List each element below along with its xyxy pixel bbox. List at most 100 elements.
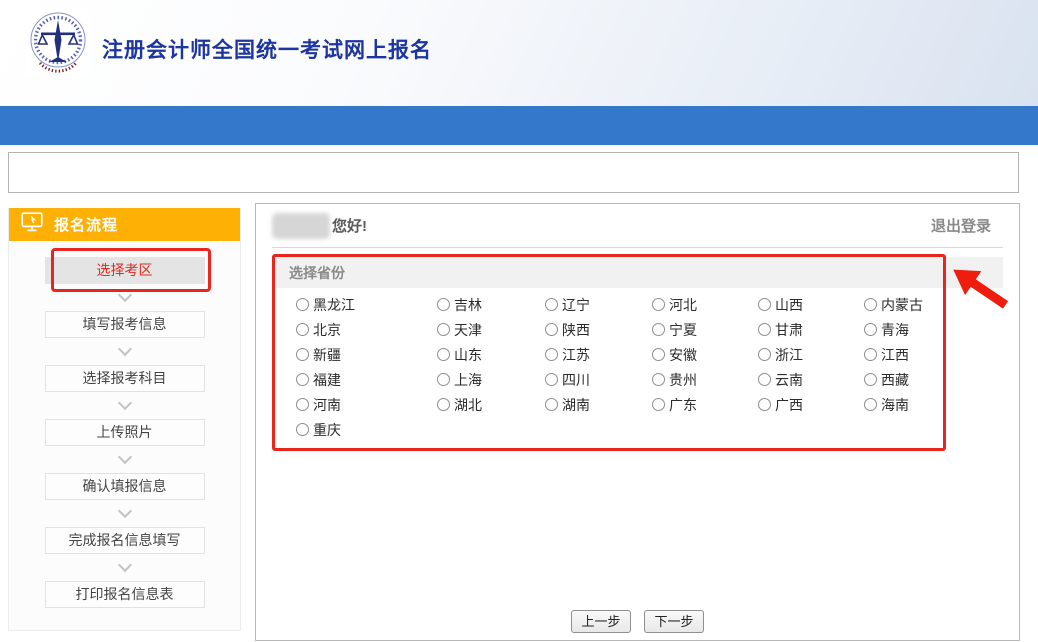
radio-circle-icon[interactable] (296, 398, 309, 411)
radio-circle-icon[interactable] (296, 373, 309, 386)
radio-circle-icon[interactable] (864, 373, 877, 386)
province-label: 吉林 (454, 295, 482, 315)
radio-circle-icon[interactable] (758, 373, 771, 386)
radio-circle-icon[interactable] (758, 298, 771, 311)
nav-bar (0, 106, 1038, 145)
radio-circle-icon[interactable] (545, 398, 558, 411)
province-option-黑龙江[interactable]: 黑龙江 (296, 292, 437, 317)
chevron-down-icon (120, 284, 130, 311)
sidebar-steps: 选择考区填写报考信息选择报考科目上传照片确认填报信息完成报名信息填写打印报名信息… (9, 241, 240, 608)
province-label: 云南 (775, 370, 803, 390)
radio-circle-icon[interactable] (864, 348, 877, 361)
province-label: 辽宁 (562, 295, 590, 315)
monitor-icon (21, 212, 43, 237)
province-option-陕西[interactable]: 陕西 (545, 317, 652, 342)
redacted-username (272, 213, 330, 239)
top-header: 注册会计师全国统一考试网上报名 (0, 0, 1038, 106)
province-option-北京[interactable]: 北京 (296, 317, 437, 342)
radio-circle-icon[interactable] (296, 348, 309, 361)
sidebar-step-3[interactable]: 选择报考科目 (45, 365, 205, 392)
radio-circle-icon[interactable] (296, 323, 309, 336)
province-option-青海[interactable]: 青海 (864, 317, 1003, 342)
province-label: 海南 (881, 395, 909, 415)
province-option-湖北[interactable]: 湖北 (437, 392, 545, 417)
province-option-福建[interactable]: 福建 (296, 367, 437, 392)
sidebar-step-6[interactable]: 完成报名信息填写 (45, 527, 205, 554)
province-option-山东[interactable]: 山东 (437, 342, 545, 367)
radio-circle-icon[interactable] (864, 298, 877, 311)
chevron-down-icon (120, 554, 130, 581)
radio-circle-icon[interactable] (864, 398, 877, 411)
province-option-云南[interactable]: 云南 (758, 367, 864, 392)
province-label: 江苏 (562, 345, 590, 365)
province-option-山西[interactable]: 山西 (758, 292, 864, 317)
radio-circle-icon[interactable] (652, 398, 665, 411)
radio-circle-icon[interactable] (652, 298, 665, 311)
radio-circle-icon[interactable] (437, 373, 450, 386)
province-label: 广东 (669, 395, 697, 415)
sidebar-step-7[interactable]: 打印报名信息表 (45, 581, 205, 608)
province-label: 宁夏 (669, 320, 697, 340)
province-option-江西[interactable]: 江西 (864, 342, 1003, 367)
province-option-安徽[interactable]: 安徽 (652, 342, 758, 367)
province-option-江苏[interactable]: 江苏 (545, 342, 652, 367)
radio-circle-icon[interactable] (545, 348, 558, 361)
province-label: 安徽 (669, 345, 697, 365)
radio-circle-icon[interactable] (437, 348, 450, 361)
province-label: 甘肃 (775, 320, 803, 340)
province-option-新疆[interactable]: 新疆 (296, 342, 437, 367)
radio-circle-icon[interactable] (758, 398, 771, 411)
radio-circle-icon[interactable] (545, 298, 558, 311)
radio-circle-icon[interactable] (758, 323, 771, 336)
prev-step-button[interactable]: 上一步 (571, 610, 631, 633)
province-label: 湖南 (562, 395, 590, 415)
sidebar-step-4[interactable]: 上传照片 (45, 419, 205, 446)
next-step-button[interactable]: 下一步 (644, 610, 704, 633)
province-label: 广西 (775, 395, 803, 415)
province-option-上海[interactable]: 上海 (437, 367, 545, 392)
province-option-甘肃[interactable]: 甘肃 (758, 317, 864, 342)
province-option-内蒙古[interactable]: 内蒙古 (864, 292, 1003, 317)
province-label: 河南 (313, 395, 341, 415)
province-option-辽宁[interactable]: 辽宁 (545, 292, 652, 317)
province-option-海南[interactable]: 海南 (864, 392, 1003, 417)
province-option-湖南[interactable]: 湖南 (545, 392, 652, 417)
province-option-河北[interactable]: 河北 (652, 292, 758, 317)
radio-circle-icon[interactable] (437, 398, 450, 411)
radio-circle-icon[interactable] (437, 323, 450, 336)
province-option-贵州[interactable]: 贵州 (652, 367, 758, 392)
radio-circle-icon[interactable] (296, 298, 309, 311)
radio-circle-icon[interactable] (545, 323, 558, 336)
province-label: 黑龙江 (313, 295, 355, 315)
logout-link[interactable]: 退出登录 (931, 215, 991, 236)
sidebar-step-5[interactable]: 确认填报信息 (45, 473, 205, 500)
radio-circle-icon[interactable] (652, 373, 665, 386)
radio-circle-icon[interactable] (545, 373, 558, 386)
user-bar: 您好! 退出登录 (272, 204, 1003, 248)
province-option-广东[interactable]: 广东 (652, 392, 758, 417)
sidebar-step-1[interactable]: 选择考区 (45, 257, 205, 284)
province-option-重庆[interactable]: 重庆 (296, 417, 437, 442)
province-label: 重庆 (313, 420, 341, 440)
radio-circle-icon[interactable] (652, 348, 665, 361)
province-option-宁夏[interactable]: 宁夏 (652, 317, 758, 342)
radio-circle-icon[interactable] (864, 323, 877, 336)
province-option-河南[interactable]: 河南 (296, 392, 437, 417)
radio-circle-icon[interactable] (652, 323, 665, 336)
province-option-四川[interactable]: 四川 (545, 367, 652, 392)
province-option-西藏[interactable]: 西藏 (864, 367, 1003, 392)
province-label: 贵州 (669, 370, 697, 390)
province-label: 新疆 (313, 345, 341, 365)
province-option-天津[interactable]: 天津 (437, 317, 545, 342)
chevron-down-icon (120, 392, 130, 419)
province-label: 青海 (881, 320, 909, 340)
province-label: 西藏 (881, 370, 909, 390)
radio-circle-icon[interactable] (437, 298, 450, 311)
radio-circle-icon[interactable] (296, 423, 309, 436)
province-option-浙江[interactable]: 浙江 (758, 342, 864, 367)
province-option-广西[interactable]: 广西 (758, 392, 864, 417)
province-option-吉林[interactable]: 吉林 (437, 292, 545, 317)
sidebar-step-2[interactable]: 填写报考信息 (45, 311, 205, 338)
sidebar-title: 报名流程 (54, 214, 118, 235)
radio-circle-icon[interactable] (758, 348, 771, 361)
